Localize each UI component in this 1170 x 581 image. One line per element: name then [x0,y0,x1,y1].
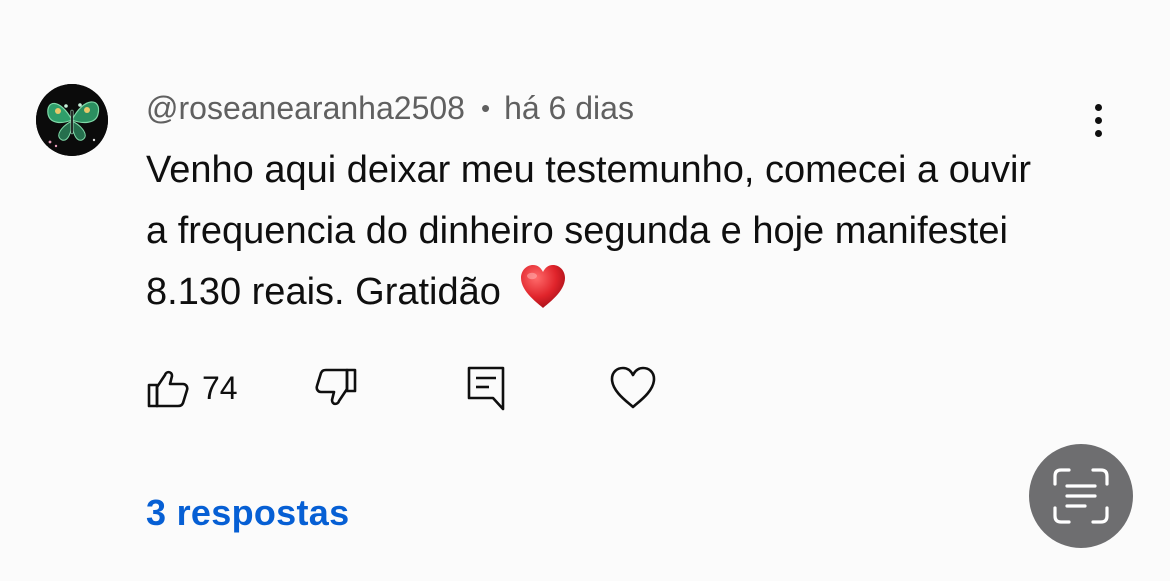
comment-text: Venho aqui deixar meu testemunho, comece… [146,149,1032,313]
replies-toggle[interactable]: 3 respostas [146,492,349,534]
text-scan-button[interactable] [1029,444,1133,548]
more-dot-icon [1094,103,1102,111]
more-dot-icon [1094,116,1102,124]
comment-timestamp[interactable]: há 6 dias [504,90,634,127]
more-options-button[interactable] [1078,96,1118,144]
red-heart-emoji [519,264,567,329]
comment-meta: @roseanearanha2508 • há 6 dias [146,88,634,128]
more-dot-icon [1094,129,1102,137]
butterfly-icon [36,84,108,156]
reply-button[interactable] [465,362,507,414]
avatar[interactable] [36,84,108,156]
thumbs-up-icon [147,370,189,408]
creator-heart-button[interactable] [609,362,657,414]
comment-card: @roseanearanha2508 • há 6 dias Venho aqu… [0,0,1170,581]
like-count: 74 [202,369,238,406]
thumbs-down-icon [315,368,357,406]
comment-actions: 74 [0,362,1170,414]
comment-body: Venho aqui deixar meu testemunho, comece… [146,140,1046,329]
comment-icon [467,366,505,411]
author-handle[interactable]: @roseanearanha2508 [146,90,465,127]
text-scan-icon [1053,468,1109,524]
meta-separator: • [480,92,491,123]
heart-outline-icon [610,366,656,409]
dislike-button[interactable] [314,362,358,414]
like-button[interactable]: 74 [146,362,238,414]
